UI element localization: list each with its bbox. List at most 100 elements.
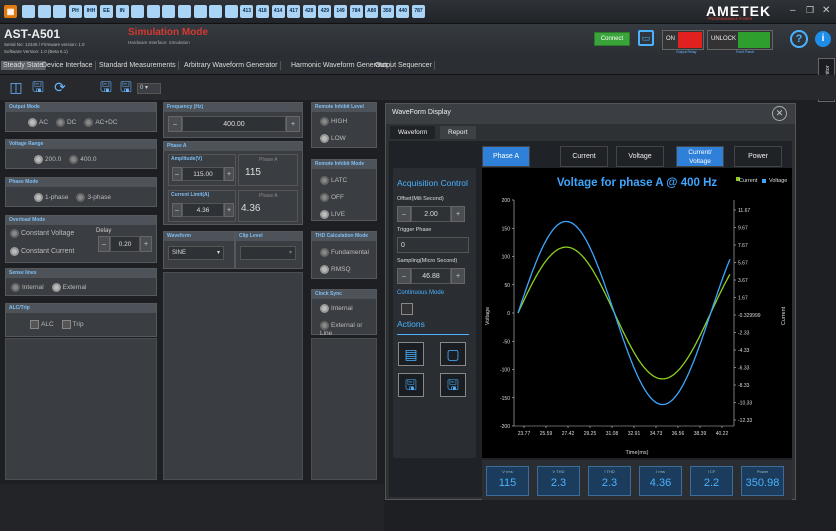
toolbar-cmd11-icon[interactable]	[178, 5, 191, 18]
toolbar-cmd1-icon[interactable]	[22, 5, 35, 18]
radio-1phase[interactable]	[34, 193, 43, 202]
delay-plus[interactable]: +	[140, 236, 152, 252]
tab-device-interface[interactable]: Device Interface	[40, 61, 96, 70]
toolbar-cmd13-icon[interactable]	[209, 5, 223, 18]
export-waveform-icon[interactable]: 🖫	[440, 373, 466, 397]
alc-checkbox[interactable]	[30, 320, 39, 329]
window-icon[interactable]: ▭	[638, 30, 654, 46]
segment-current-voltage[interactable]: Current/ Voltage	[676, 146, 724, 167]
toolbar-cmd21-icon[interactable]: 149	[334, 5, 347, 18]
toolbar-cmd4-icon[interactable]: PH	[68, 5, 82, 18]
toolbar-cmd15-icon[interactable]: 413	[240, 5, 254, 18]
offset-plus[interactable]: +	[451, 206, 465, 222]
minimize-icon[interactable]: –	[790, 5, 796, 16]
frequency-minus[interactable]: –	[168, 116, 182, 132]
segment-voltage[interactable]: Voltage	[616, 146, 664, 167]
tab-waveform[interactable]: Waveform	[390, 126, 436, 139]
toolbar-cmd19-icon[interactable]: 428	[302, 5, 316, 18]
radio-acdc[interactable]	[84, 118, 94, 127]
help-icon[interactable]: ?	[790, 30, 808, 48]
radio-ac[interactable]	[28, 118, 37, 127]
radio-low[interactable]	[320, 134, 329, 143]
current-limit-value[interactable]: 4.36	[182, 203, 224, 217]
toolbar-cmd5-icon[interactable]: IHH	[84, 5, 98, 18]
offset-value[interactable]: 2.00	[411, 206, 451, 222]
info-icon[interactable]: i	[815, 31, 831, 47]
analyze-icon[interactable]: ▤	[398, 342, 424, 366]
toolbar-cmd18-icon[interactable]: 417	[287, 5, 301, 18]
toolbar-cmd8-icon[interactable]	[131, 5, 145, 18]
amplitude-plus[interactable]: +	[224, 167, 234, 181]
segment-power[interactable]: Power	[734, 146, 782, 167]
toolbar-cmd9-icon[interactable]	[146, 5, 160, 18]
save-icon[interactable]: 🖫	[30, 79, 46, 95]
toolbar-cmd-icon[interactable]: 787	[412, 5, 425, 18]
grid-icon[interactable]: ▦	[4, 5, 17, 18]
frequency-value[interactable]: 400.00	[182, 116, 286, 132]
connect-button[interactable]: Connect	[594, 32, 630, 46]
amplitude-minus[interactable]: –	[172, 167, 182, 181]
tab-report[interactable]: Report	[440, 126, 476, 139]
toolbar-cmd20-icon[interactable]: 429	[318, 5, 332, 18]
radio-3phase[interactable]	[76, 193, 86, 202]
toolbar-cmd6-icon[interactable]: EE	[100, 5, 113, 18]
sampling-value[interactable]: 46.88	[411, 268, 451, 284]
close-icon[interactable]: ✕	[822, 5, 830, 16]
radio-dc[interactable]	[55, 118, 65, 127]
radio-latc[interactable]	[320, 176, 329, 185]
sampling-plus[interactable]: +	[451, 268, 465, 284]
refresh-icon[interactable]: ⟳	[52, 79, 68, 95]
amplitude-value[interactable]: 115.00	[182, 167, 224, 181]
toolbar-cmd3-icon[interactable]	[53, 5, 67, 18]
radio-live[interactable]	[320, 210, 329, 219]
toolbar-cmd10-icon[interactable]	[162, 5, 176, 18]
recall-icon[interactable]: 🖫	[118, 79, 134, 95]
radio-constant-voltage[interactable]	[10, 229, 19, 238]
toolbar-cmd16-icon[interactable]: 418	[256, 5, 269, 18]
save-to-icon[interactable]: 🖫	[98, 79, 114, 95]
current-plus[interactable]: +	[224, 203, 234, 217]
preset-select[interactable]: 0 ▾	[137, 83, 161, 94]
trip-checkbox[interactable]	[61, 320, 71, 329]
radio-fundamental[interactable]	[320, 248, 329, 257]
radio-clock-internal[interactable]	[320, 304, 329, 313]
radio-internal[interactable]	[11, 283, 20, 292]
offset-minus[interactable]: –	[397, 206, 411, 222]
toolbar-cmd2-icon[interactable]	[37, 5, 51, 18]
toolbar-cmd22-icon[interactable]: 784	[349, 5, 363, 18]
radio-clock-external[interactable]	[320, 321, 329, 330]
delay-minus[interactable]: –	[98, 236, 110, 252]
toolbar-cmd12-icon[interactable]	[193, 5, 207, 18]
toolbar-cmd14-icon[interactable]	[224, 5, 238, 18]
radio-400[interactable]	[69, 155, 79, 164]
toolbar-cmd25-icon[interactable]: 440	[396, 5, 410, 18]
segment-current[interactable]: Current	[560, 146, 608, 167]
radio-external[interactable]	[51, 283, 61, 292]
current-minus[interactable]: –	[172, 203, 182, 217]
delay-value[interactable]: 0.20	[110, 236, 140, 252]
save-waveform-icon[interactable]: 🖫	[398, 373, 424, 397]
tab-arbitrary-waveform[interactable]: Arbitrary Waveform Generator	[182, 61, 281, 70]
toolbar-cmd7-icon[interactable]: IN	[115, 5, 129, 18]
stop-icon[interactable]: ▢	[440, 342, 466, 366]
radio-200[interactable]	[34, 155, 43, 164]
restore-icon[interactable]: ❐	[806, 5, 814, 16]
toolbar-cmd24-icon[interactable]: 350	[380, 5, 394, 18]
radio-high[interactable]	[320, 117, 329, 126]
clip-level-select[interactable]: ▾	[240, 246, 296, 260]
toolbar-cmd23-icon[interactable]: A80	[365, 5, 379, 18]
radio-rmsq[interactable]	[320, 265, 329, 274]
tab-output-sequencer[interactable]: Output Sequencer	[373, 61, 435, 70]
output-relay-toggle[interactable]: ON	[662, 30, 704, 50]
continuous-checkbox[interactable]	[401, 303, 413, 315]
front-panel-toggle[interactable]: UNLOCK	[707, 30, 773, 50]
close-waveform-icon[interactable]: ✕	[772, 106, 787, 121]
toolbar-cmd17-icon[interactable]: 414	[271, 5, 285, 18]
radio-constant-current[interactable]	[10, 247, 19, 256]
waveform-select[interactable]: SINE ▾	[168, 246, 224, 260]
frequency-plus[interactable]: +	[286, 116, 300, 132]
segment-phase-a[interactable]: Phase A	[482, 146, 530, 167]
trigger-value[interactable]: 0	[397, 237, 469, 253]
sampling-minus[interactable]: –	[397, 268, 411, 284]
layout-icon[interactable]: ◫	[8, 79, 24, 95]
